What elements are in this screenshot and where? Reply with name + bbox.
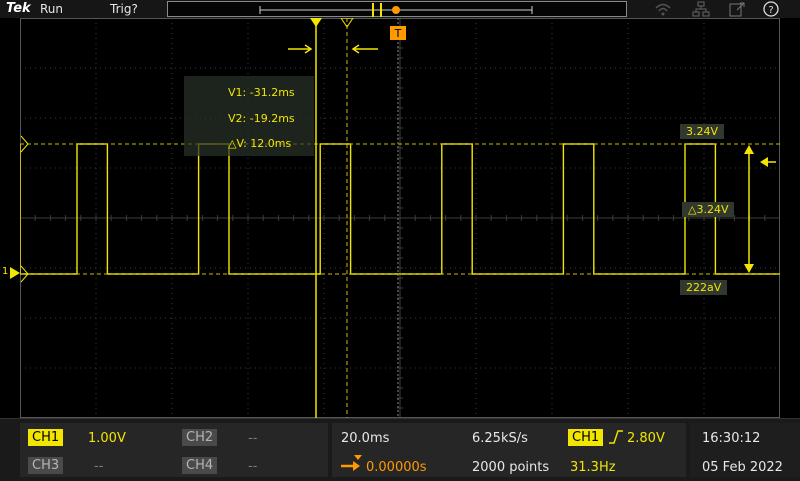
trigger-status[interactable]: Trig? bbox=[110, 2, 138, 16]
record-length-value[interactable]: 2000 points bbox=[472, 460, 549, 475]
ch4-scale: -- bbox=[248, 459, 258, 474]
sample-rate-value: 6.25kS/s bbox=[472, 431, 528, 446]
channel-panel: CH1 1.00V CH2 -- CH3 -- CH4 -- bbox=[20, 423, 328, 477]
rising-edge-icon bbox=[609, 430, 623, 444]
clock-panel: 16:30:12 05 Feb 2022 bbox=[690, 423, 800, 477]
ch2-button[interactable]: CH2 bbox=[182, 429, 218, 446]
acquisition-panel[interactable]: 20.0ms 6.25kS/s 0.00000s 2000 points CH1… bbox=[332, 423, 686, 477]
ch1-button[interactable]: CH1 bbox=[28, 429, 64, 446]
svg-text:?: ? bbox=[768, 5, 773, 16]
ch1-scale[interactable]: 1.00V bbox=[88, 431, 126, 446]
cursor-delta-value: △V: 12.0ms bbox=[228, 137, 292, 150]
clock-time: 16:30:12 bbox=[702, 431, 761, 446]
waveform-display[interactable]: T V1: -31.2ms V2: -19.2ms △V: 12.0ms 3.2… bbox=[20, 18, 780, 418]
cursor-upper-level-label: 3.24V bbox=[680, 124, 725, 139]
ch2-scale: -- bbox=[248, 431, 258, 446]
record-view-bar[interactable] bbox=[167, 1, 627, 17]
cursor-readout-panel[interactable]: V1: -31.2ms V2: -19.2ms △V: 12.0ms bbox=[184, 76, 314, 156]
export-icon[interactable] bbox=[728, 1, 746, 17]
trigger-marker-label: T bbox=[394, 27, 402, 40]
trigger-level-value[interactable]: 2.80V bbox=[627, 431, 665, 446]
run-status[interactable]: Run bbox=[40, 2, 63, 16]
trigger-source-button[interactable]: CH1 bbox=[568, 429, 604, 446]
wifi-icon[interactable] bbox=[654, 1, 672, 17]
ch3-button[interactable]: CH3 bbox=[28, 457, 64, 474]
cursor-delta-level-label: △3.24V bbox=[682, 202, 735, 217]
network-icon[interactable] bbox=[692, 1, 710, 17]
timebase-value[interactable]: 20.0ms bbox=[341, 431, 389, 446]
frequency-value: 31.3Hz bbox=[570, 460, 616, 475]
delay-arrow-icon bbox=[341, 455, 362, 471]
record-view-window bbox=[259, 3, 533, 17]
cursor-arrow-left bbox=[288, 44, 313, 54]
ch1-offset-marker[interactable]: 1 bbox=[2, 266, 20, 280]
ch4-button[interactable]: CH4 bbox=[182, 457, 218, 474]
clock-date: 05 Feb 2022 bbox=[702, 460, 783, 475]
ch3-scale: -- bbox=[94, 459, 104, 474]
cursor-arrow-right bbox=[351, 44, 378, 54]
cursor-v2-value: V2: -19.2ms bbox=[228, 112, 295, 125]
brand-logo: Tek bbox=[6, 1, 31, 16]
graticule: T bbox=[20, 18, 780, 418]
trigger-delay-value[interactable]: 0.00000s bbox=[366, 460, 427, 475]
bottom-control-bar: CH1 1.00V CH2 -- CH3 -- CH4 -- 20.0ms 6.… bbox=[0, 418, 800, 481]
help-icon[interactable]: ? bbox=[762, 1, 780, 17]
top-status-bar: Tek Run Trig? ? bbox=[0, 0, 800, 18]
cursor-v1-handle bbox=[310, 18, 322, 27]
cursor-lower-level-label: 222aV bbox=[680, 280, 728, 295]
cursor-v1-value: V1: -31.2ms bbox=[228, 86, 295, 99]
